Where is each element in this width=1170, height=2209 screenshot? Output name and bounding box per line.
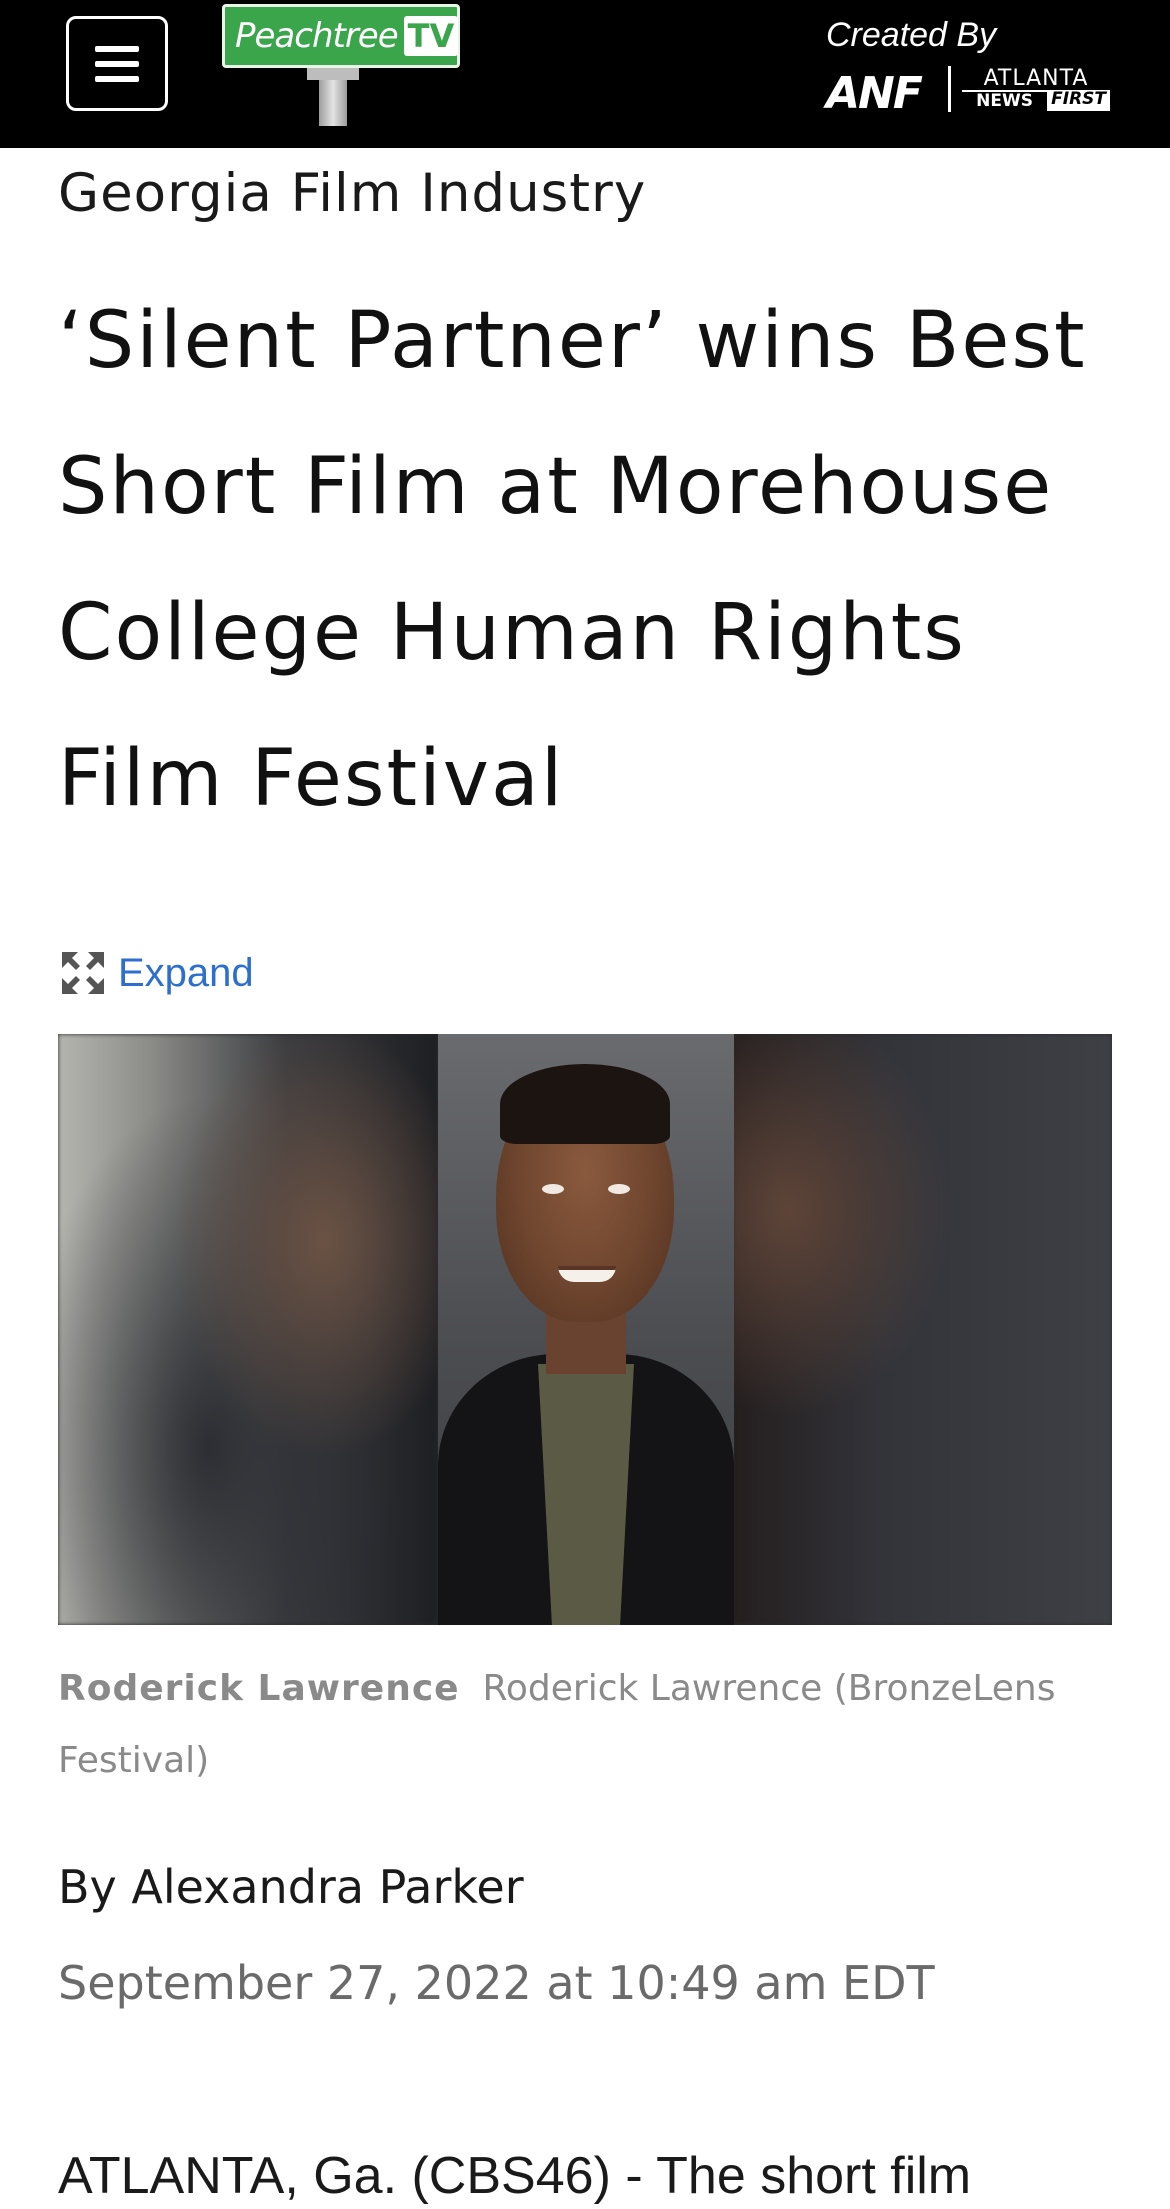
publish-date: September 27, 2022 at 10:49 am EDT [58, 1956, 935, 2010]
peachtree-tv-logo[interactable]: Peachtree TV [222, 4, 460, 126]
image-caption: Roderick Lawrence Roderick Lawrence (Bro… [58, 1653, 1112, 1797]
atlanta-wordmark: ATLANTA [983, 66, 1089, 91]
portrait-hair [500, 1064, 670, 1144]
article-headline: ‘Silent Partner’ wins Best Short Film at… [58, 296, 1087, 824]
byline[interactable]: By Alexandra Parker [58, 1860, 524, 1914]
hamburger-icon-bar [95, 60, 139, 67]
anf-logo[interactable]: ANF [826, 68, 923, 119]
hamburger-icon-bar [95, 45, 139, 52]
expand-label: Expand [118, 950, 254, 995]
article-body-first-line: ATLANTA, Ga. (CBS46) - The short film [58, 2147, 972, 2205]
logo-tv-badge: TV [403, 16, 459, 56]
section-label[interactable]: Georgia Film Industry [58, 163, 646, 224]
news-wordmark: NEWS [962, 90, 1048, 111]
portrait-photo [438, 1034, 734, 1625]
portrait-smile [558, 1266, 616, 1282]
first-wordmark: FIRST [1047, 90, 1110, 111]
portrait-eye [608, 1184, 630, 1194]
hero-blur-left [58, 1034, 438, 1625]
hero-image[interactable] [58, 1034, 1112, 1625]
partner-divider [948, 66, 951, 112]
hero-blur-right [732, 1034, 1112, 1625]
logo-pole [307, 68, 359, 126]
site-header: Peachtree TV Created By ANF ATLANTA NEWS… [0, 0, 1170, 148]
portrait-eye [542, 1184, 564, 1194]
caption-name: Roderick Lawrence [58, 1668, 460, 1709]
created-by-label: Created By [826, 16, 997, 54]
atlanta-news-first-logo[interactable]: ATLANTA NEWS FIRST [962, 68, 1110, 111]
portrait-shirt [538, 1364, 634, 1625]
hamburger-icon-bar [95, 75, 139, 82]
logo-name: Peachtree [235, 16, 399, 56]
logo-street-sign: Peachtree TV [222, 4, 460, 68]
news-first-wordmark: NEWS FIRST [962, 90, 1110, 111]
menu-button[interactable] [66, 16, 168, 111]
expand-arrows-icon [62, 952, 104, 994]
expand-image-button[interactable]: Expand [60, 950, 254, 996]
